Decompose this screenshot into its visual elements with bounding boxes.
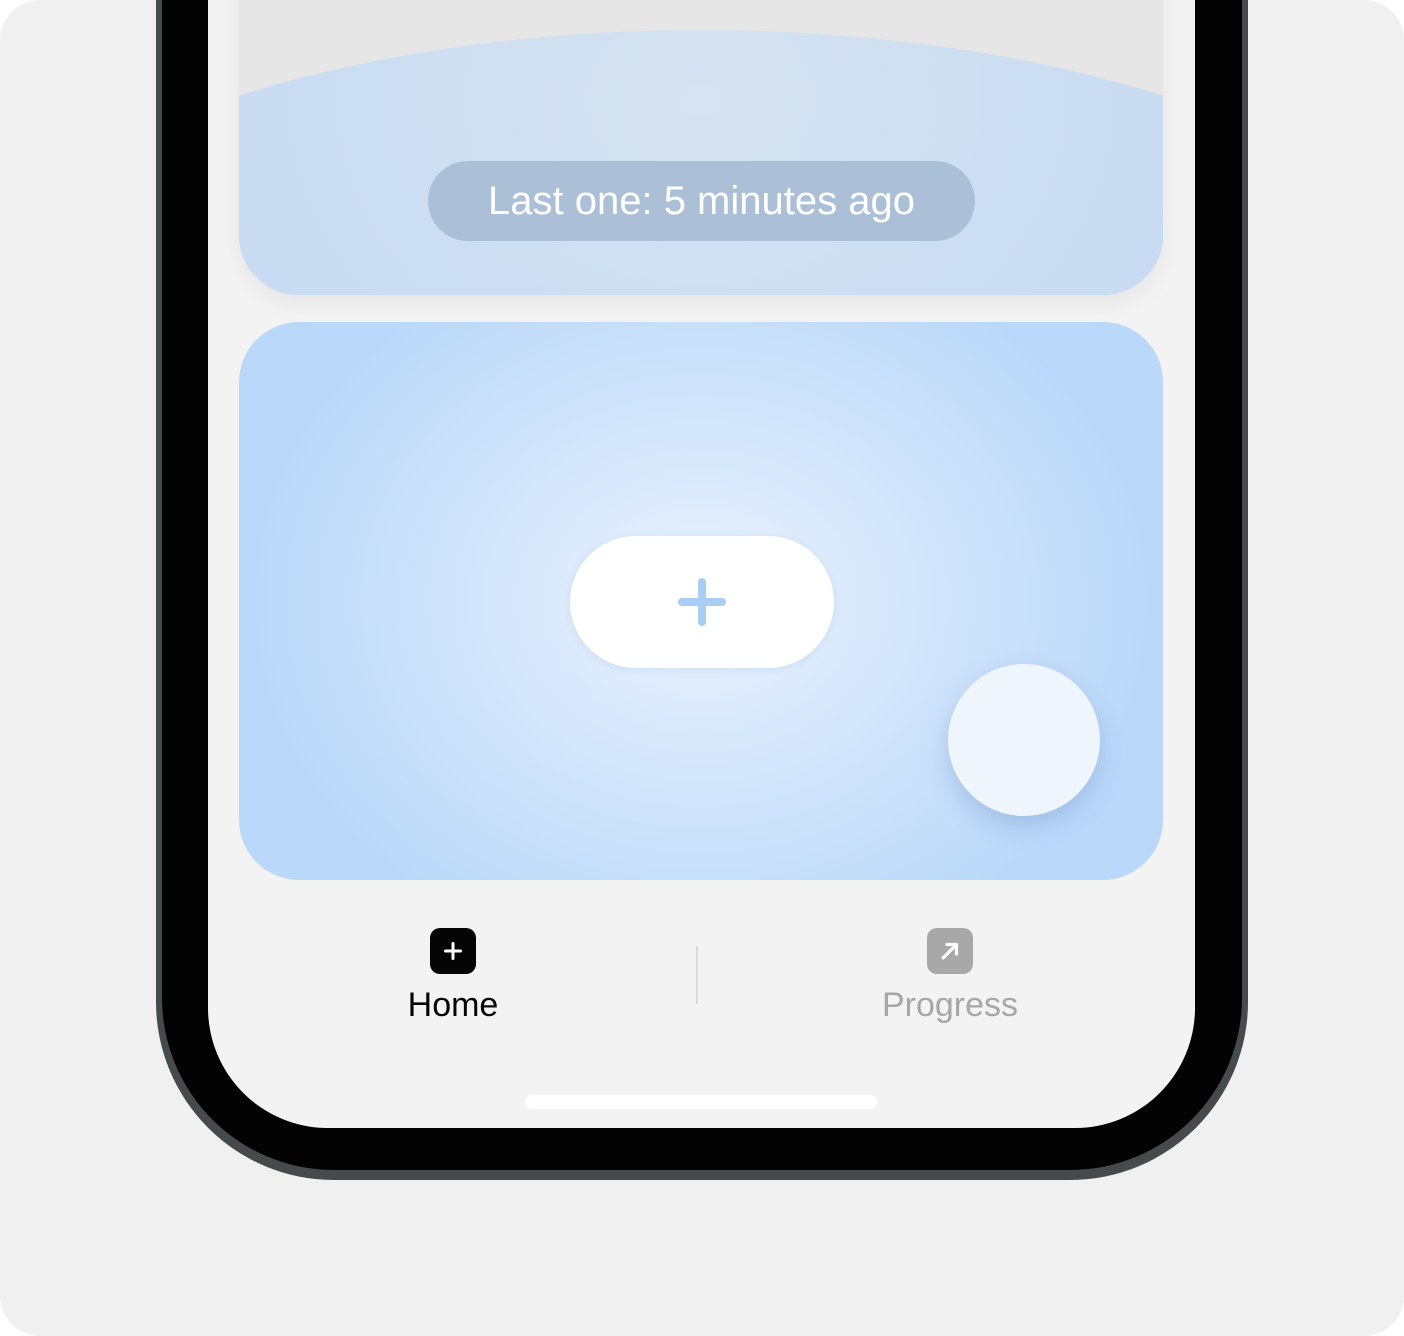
tab-home-label: Home [407,986,499,1024]
last-entry-badge: Last one: 5 minutes ago [428,161,975,241]
tab-home[interactable]: Home [333,928,573,1025]
arrow-up-right-square-icon [927,928,973,974]
background-canvas: Last one: 5 minutes ago Home Progress [0,0,1404,1336]
plus-square-icon [430,928,476,974]
last-entry-label: Last one: 5 minutes ago [488,178,915,223]
tab-progress-label: Progress [881,986,1019,1024]
phone-screen: Last one: 5 minutes ago Home Progress [208,0,1195,1128]
floating-action-button[interactable] [948,664,1100,816]
add-entry-card [239,322,1163,880]
tab-bar: Home Progress [208,920,1195,1050]
tab-divider [696,946,698,1004]
plus-icon [678,578,726,626]
add-entry-button[interactable] [570,536,834,668]
home-indicator[interactable] [525,1095,877,1109]
last-entry-card: Last one: 5 minutes ago [239,0,1163,295]
tab-progress[interactable]: Progress [830,928,1070,1025]
